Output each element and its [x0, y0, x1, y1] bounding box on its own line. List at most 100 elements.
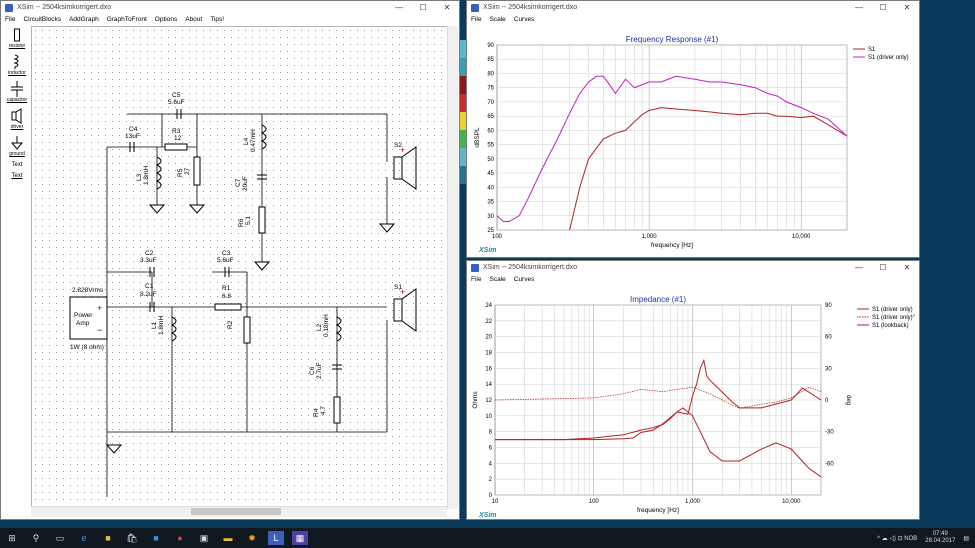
menu-options[interactable]: Options [151, 16, 181, 23]
palette-ground[interactable]: ground [4, 135, 30, 157]
xsim-taskbar-icon[interactable]: L [268, 531, 284, 545]
y-tick-label: 40 [487, 185, 494, 191]
frequency-menubar: File Scale Curves [467, 14, 919, 25]
c1-value: 8.2uF [140, 291, 157, 298]
palette-inductor[interactable]: inductor [4, 54, 30, 76]
amp-plus: + [97, 303, 102, 313]
tray-icons[interactable]: ^ ☁ ◁) ⊡ NOB [877, 535, 917, 542]
l2-name: L2 [316, 323, 323, 331]
search-icon[interactable]: ⚲ [28, 531, 44, 545]
menu-addgraph[interactable]: AddGraph [65, 16, 103, 23]
x-tick-label: 10 [492, 499, 499, 505]
l1-name: L1 [151, 321, 158, 329]
amp-voltage: 2.828Vrms [72, 287, 104, 294]
y-tick-label: 35 [487, 200, 494, 206]
menu-scale[interactable]: Scale [485, 16, 509, 23]
frequency-response-chart[interactable]: 2530354045505560657075808590100 1,000 10,0… [467, 25, 919, 257]
notification-icon[interactable]: ▤ [963, 535, 969, 542]
maximize-button[interactable]: ☐ [411, 3, 435, 12]
file-explorer-icon[interactable]: ■ [100, 531, 116, 545]
task-view-icon[interactable]: ▭ [52, 531, 68, 545]
menu-file[interactable]: File [467, 276, 485, 283]
minimize-button[interactable]: — [847, 263, 871, 272]
l3-value: 1.8mH [143, 166, 150, 185]
resistor-r3 [164, 143, 188, 151]
c3-name: C3 [222, 250, 231, 257]
menu-tips[interactable]: Tips! [206, 16, 228, 23]
y-tick-label: 20 [485, 335, 492, 341]
menu-file[interactable]: File [1, 16, 19, 23]
app-icon-purple[interactable]: ▦ [292, 531, 308, 545]
y-tick-label: 45 [487, 171, 494, 177]
impedance-chart[interactable]: 02468101214161820222410 100 1,000 10,000-60… [467, 285, 919, 519]
legend-label: S1 [868, 47, 876, 53]
chrome-icon[interactable]: ● [172, 531, 188, 545]
palette-resistor[interactable]: resistor [4, 27, 30, 49]
windows-start-icon[interactable]: ⊞ [4, 531, 20, 545]
y2-axis-label: deg [845, 395, 851, 405]
menu-circuitblocks[interactable]: CircuitBlocks [19, 16, 65, 23]
y-tick-label: 14 [485, 382, 492, 388]
app-icon-blue[interactable]: ■ [148, 531, 164, 545]
x-tick-label: 1,000 [642, 234, 658, 240]
palette-label: capacitor [6, 97, 28, 103]
vertical-scrollbar[interactable] [447, 26, 458, 509]
menu-about[interactable]: About [181, 16, 206, 23]
chart-title: Impedance (#1) [630, 295, 686, 304]
amp-power: 1W (8 ohm) [70, 344, 104, 351]
palette-capacitor[interactable]: capacitor [4, 81, 30, 103]
s1-name: S1 [394, 284, 402, 291]
y-tick-label: 12 [485, 398, 492, 404]
folder-icon[interactable]: ▬ [220, 531, 236, 545]
y-axis-label: Ohms [472, 391, 479, 409]
x-tick-label: 10,000 [792, 234, 811, 240]
menu-file[interactable]: File [467, 16, 485, 23]
l1-value: 1.8mH [158, 316, 165, 335]
y-tick-label: 18 [485, 351, 492, 357]
xsim-app-icon [471, 263, 479, 272]
minimize-button[interactable]: — [387, 3, 411, 12]
schematic-menubar: File CircuitBlocks AddGraph GraphToFront… [1, 14, 459, 25]
c6-value: 2.7uF [316, 362, 323, 379]
app-icon-grey[interactable]: ▣ [196, 531, 212, 545]
y-axis-label-group: Ohms [472, 391, 479, 409]
r5-name: R5 [177, 168, 184, 177]
clock[interactable]: 07:49 28.04.2017 [925, 531, 955, 545]
y-tick-label: 50 [487, 157, 494, 163]
scroll-thumb[interactable] [191, 508, 281, 515]
schematic-canvas[interactable]: C5 5.6uF C4 13uF R3 12 L3 1.8mH R5 27 L4… [31, 26, 448, 509]
menu-scale[interactable]: Scale [485, 276, 509, 283]
settings-gear-icon[interactable]: ✹ [244, 531, 260, 545]
horizontal-scrollbar[interactable] [31, 506, 447, 517]
palette-driver[interactable]: driver [4, 108, 30, 130]
edge-browser-icon[interactable]: e [76, 531, 92, 545]
c7-name: C7 [235, 178, 242, 187]
l2-value: 0.18mH [323, 314, 330, 337]
menu-graphtofront[interactable]: GraphToFront [103, 16, 151, 23]
palette-text-2[interactable]: Text [4, 173, 30, 179]
palette-label: driver [10, 124, 24, 130]
maximize-button[interactable]: ☐ [871, 3, 895, 12]
y-tick-label: 2 [489, 477, 493, 483]
y-tick-label: 75 [487, 86, 494, 92]
xsim-app-icon [5, 3, 13, 12]
minimize-button[interactable]: — [847, 3, 871, 12]
maximize-button[interactable]: ☐ [871, 263, 895, 272]
menu-curves[interactable]: Curves [510, 276, 539, 283]
component-palette: resistor inductor capacitor driver groun… [4, 27, 30, 184]
menu-curves[interactable]: Curves [510, 16, 539, 23]
c6-name: C6 [309, 366, 316, 375]
palette-text[interactable]: Text [4, 162, 30, 168]
close-button[interactable]: ✕ [895, 3, 919, 12]
legend-label: S1 (driver only)° [872, 315, 916, 321]
y-tick-label: 85 [487, 57, 494, 63]
store-icon[interactable]: 🛍 [124, 531, 140, 545]
c2-value: 3.3uF [140, 257, 157, 264]
r2-name: R2 [227, 320, 234, 329]
close-button[interactable]: ✕ [435, 3, 459, 12]
legend-label: S1 (lookback) [872, 323, 909, 329]
y-tick-label: 55 [487, 143, 494, 149]
y2-tick-label: -30 [825, 430, 834, 436]
close-button[interactable]: ✕ [895, 263, 919, 272]
y-axis-label: dBSPL [474, 127, 481, 148]
